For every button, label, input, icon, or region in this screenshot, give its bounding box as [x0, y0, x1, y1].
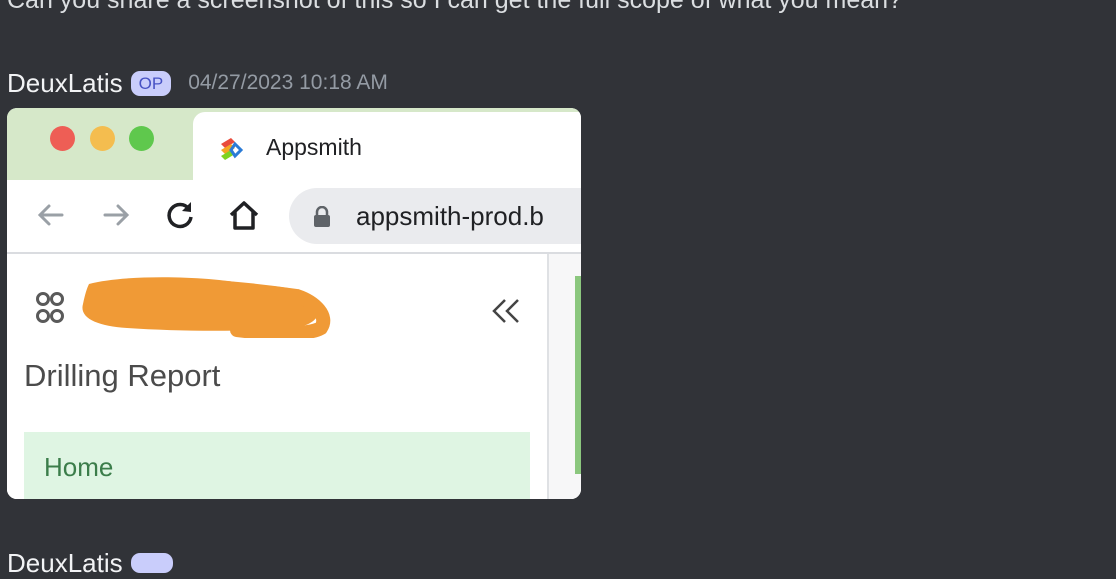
reload-icon	[167, 202, 193, 229]
browser-tab-bar: Appsmith	[7, 108, 581, 182]
app-sidebar: Drilling Report Home	[7, 254, 549, 499]
tab-title: Appsmith	[266, 134, 362, 160]
message-timestamp[interactable]: 04/27/2023 10:18 AM	[188, 71, 388, 95]
close-window-icon	[50, 126, 75, 151]
minimize-window-icon	[90, 126, 115, 151]
home-icon	[229, 201, 259, 230]
image-attachment[interactable]: Appsmith appsmith-prod.b Drilling Report…	[7, 108, 581, 499]
address-bar: appsmith-prod.b	[289, 188, 581, 244]
browser-tab: Appsmith	[193, 112, 581, 182]
content-accent-strip	[575, 276, 581, 474]
collapse-sidebar-icon	[492, 299, 519, 323]
next-message-header: DeuxLatis	[7, 548, 187, 578]
op-badge: OP	[130, 70, 172, 96]
browser-toolbar: appsmith-prod.b	[7, 180, 581, 254]
next-author-name[interactable]: DeuxLatis	[7, 548, 123, 579]
previous-message-text: Can you share a screenshot of this so I …	[7, 0, 902, 14]
message-header: DeuxLatis OP 04/27/2023 10:18 AM	[7, 66, 388, 100]
lock-icon	[314, 206, 330, 227]
maximize-window-icon	[129, 126, 154, 151]
app-switcher-icon	[36, 292, 64, 323]
forward-arrow-icon	[103, 204, 130, 226]
appsmith-app-view: Drilling Report Home	[7, 254, 581, 499]
author-name[interactable]: DeuxLatis	[7, 68, 123, 99]
page-edge	[7, 320, 10, 499]
back-arrow-icon	[37, 204, 64, 226]
nav-item-home: Home	[24, 432, 530, 499]
redaction-scribble	[82, 277, 331, 338]
app-title: Drilling Report	[24, 358, 221, 393]
appsmith-logo-icon	[221, 138, 244, 160]
nav-item-home-label: Home	[44, 452, 114, 482]
next-op-badge	[130, 553, 173, 573]
url-text: appsmith-prod.b	[356, 201, 544, 231]
